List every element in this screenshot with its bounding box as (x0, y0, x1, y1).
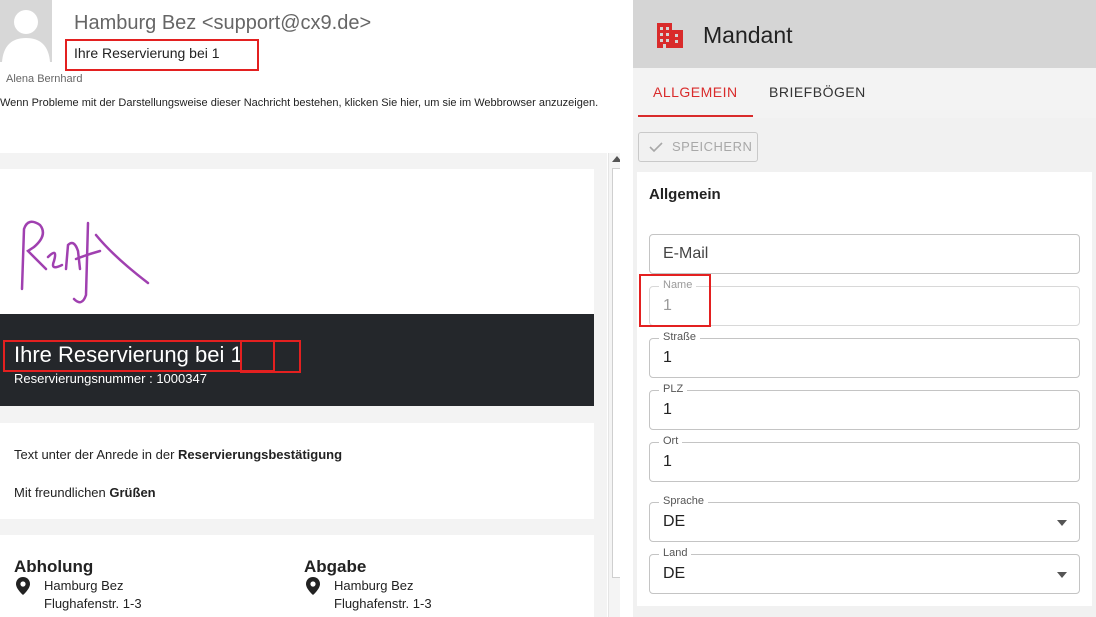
scroll-thumb[interactable] (612, 168, 620, 578)
address-card: Abholung Hamburg Bez Flughafenstr. 1-3 A… (0, 535, 594, 617)
signature-logo (20, 220, 150, 304)
pickup-name: Hamburg Bez (44, 578, 124, 593)
panel-title: Mandant (703, 22, 793, 48)
plz-value: 1 (663, 401, 672, 418)
sprache-select[interactable]: Sprache DE (649, 495, 1080, 542)
tab-allgemein[interactable]: ALLGEMEIN (653, 84, 738, 100)
logo-card (0, 169, 594, 315)
sprache-value: DE (663, 513, 686, 530)
general-form: Allgemein E-Mail Name 1 Straße 1 PLZ 1 O… (637, 172, 1092, 606)
sender-address: Hamburg Bez <support@cx9.de> (74, 12, 372, 34)
ort-value: 1 (663, 453, 672, 470)
dropoff-heading: Abgabe (304, 557, 367, 576)
chevron-down-icon[interactable] (1057, 572, 1067, 578)
active-tab-indicator (638, 115, 753, 117)
location-pin-icon (16, 577, 30, 595)
strasse-value: 1 (663, 349, 672, 366)
avatar (0, 0, 52, 62)
strasse-field[interactable]: Straße 1 (649, 331, 1080, 378)
check-icon (649, 142, 663, 153)
sprache-label: Sprache (659, 495, 708, 507)
chevron-down-icon[interactable] (1057, 520, 1067, 526)
building-icon (657, 23, 683, 48)
dropoff-name: Hamburg Bez (334, 578, 414, 593)
land-label: Land (659, 547, 692, 559)
tab-briefboegen[interactable]: BRIEFBÖGEN (769, 84, 866, 100)
save-button[interactable]: SPEICHERN (638, 132, 758, 162)
recipient-name: Alena Bernhard (6, 73, 83, 85)
annotation-box-subject (65, 39, 259, 71)
panel-tabs: ALLGEMEIN BRIEFBÖGEN (633, 68, 1096, 118)
ort-field[interactable]: Ort 1 (649, 435, 1080, 482)
email-field[interactable]: E-Mail (649, 234, 1080, 274)
save-button-label: SPEICHERN (672, 139, 753, 154)
mail-scrollbar[interactable] (608, 153, 620, 617)
annotation-box-hero-value (240, 340, 301, 373)
location-pin-icon (306, 577, 320, 595)
email-pane: ​ Hamburg Bez <support@cx9.de> Ihre Rese… (0, 0, 620, 617)
annotation-box-name-field (639, 274, 711, 327)
plz-field[interactable]: PLZ 1 (649, 383, 1080, 430)
email-placeholder: E-Mail (663, 245, 709, 262)
pickup-heading: Abholung (14, 557, 94, 576)
dropoff-street: Flughafenstr. 1-3 (334, 596, 432, 611)
annotation-box-hero-title (3, 340, 275, 372)
scroll-up-arrow-icon[interactable] (612, 156, 620, 162)
mandant-panel: Mandant ALLGEMEIN BRIEFBÖGEN SPEICHERN A… (633, 0, 1096, 617)
mail-body: Ihre Reservierung bei 1 Reservierungsnum… (0, 153, 607, 617)
section-title: Allgemein (649, 186, 721, 203)
display-notice-link[interactable]: Wenn Probleme mit der Darstellungsweise … (0, 96, 600, 111)
pickup-street: Flughafenstr. 1-3 (44, 596, 142, 611)
greeting-card: Text unter der Anrede in der Reservierun… (0, 423, 594, 519)
panel-header: Mandant (633, 0, 1096, 68)
plz-label: PLZ (659, 383, 688, 395)
reservation-number: Reservierungsnummer : 1000347 (14, 371, 207, 386)
intro-paragraph: Text unter der Anrede in der Reservierun… (14, 447, 343, 462)
ort-label: Ort (659, 435, 683, 447)
land-value: DE (663, 565, 686, 582)
land-select[interactable]: Land DE (649, 547, 1080, 594)
closing-paragraph: Mit freundlichen Grüßen (14, 485, 156, 500)
name-field: Name 1 (649, 279, 1080, 326)
strasse-label: Straße (659, 331, 701, 343)
